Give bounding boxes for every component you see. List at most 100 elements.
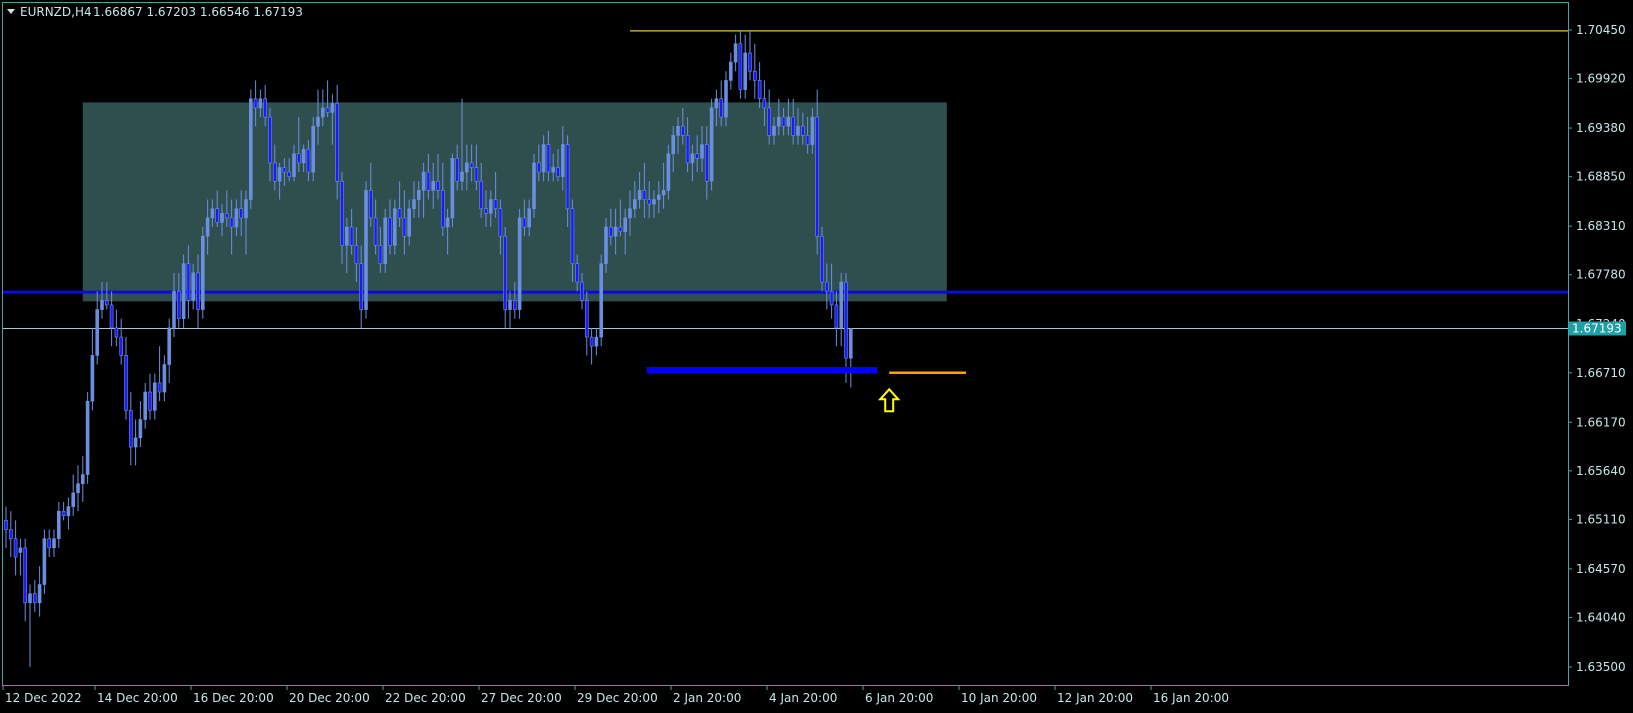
time-tick-label: 16 Jan 20:00 (1153, 691, 1229, 705)
candle-body (757, 80, 762, 100)
candle-body (575, 263, 580, 283)
candle-body (752, 70, 757, 81)
candle-body (205, 217, 210, 237)
price-chart[interactable]: 1.70450 1.69920 1.69380 1.68850 1.68310 1.677… (0, 0, 1633, 709)
candle-body (517, 217, 522, 310)
time-tick-label: 4 Jan 20:00 (769, 691, 837, 705)
candle-body (71, 492, 75, 507)
candle-body (704, 144, 709, 182)
candle-body (512, 300, 517, 310)
time-tick-label: 27 Dec 20:00 (481, 691, 562, 705)
candle-body (416, 190, 421, 200)
candle (532, 153, 536, 218)
price-tick-label: 1.66170 (1576, 415, 1626, 429)
candle-body (498, 208, 503, 237)
candle-body (181, 263, 186, 320)
candle-body (584, 300, 589, 338)
candle-body (210, 208, 215, 219)
candle-body (407, 208, 412, 237)
candle-body (776, 116, 781, 127)
candle-body (402, 217, 407, 237)
candle-body (474, 167, 479, 182)
candle-body (724, 80, 728, 118)
candle-body (76, 483, 80, 494)
candle-body (225, 213, 229, 219)
candle-body (637, 190, 642, 200)
candle-body (469, 162, 474, 168)
candle-body (153, 382, 157, 411)
candle-body (791, 116, 796, 136)
candle-body (320, 107, 325, 118)
candle-body (796, 125, 800, 136)
candle-body (834, 304, 839, 329)
candle-body (488, 199, 493, 214)
candle-body (177, 290, 181, 320)
candle-body (546, 144, 551, 173)
candle-body (522, 217, 527, 228)
candle-body (786, 116, 791, 127)
price-tick-label: 1.69920 (1576, 72, 1626, 86)
candle-body (541, 144, 546, 173)
candle-body (340, 180, 344, 246)
candle-body (162, 364, 167, 393)
candle-body (450, 158, 455, 219)
candle-body (599, 263, 604, 338)
candle-body (484, 208, 488, 214)
candle-body (90, 355, 95, 402)
price-tick-label: 1.70450 (1576, 23, 1626, 37)
time-tick-label: 12 Jan 20:00 (1057, 691, 1133, 705)
candle-body (373, 217, 378, 246)
candle-body (844, 281, 848, 359)
price-tick-label: 1.65110 (1576, 512, 1626, 526)
time-tick-label: 29 Dec 20:00 (577, 691, 658, 705)
candle (364, 181, 368, 319)
price-tick-label: 1.69380 (1576, 121, 1626, 135)
candle-body (229, 217, 234, 228)
candle-body (460, 171, 464, 182)
candle-body (815, 116, 820, 237)
candle-body (652, 199, 656, 205)
candle-body (392, 208, 397, 246)
candle-body (503, 235, 508, 310)
candle-body (47, 538, 52, 549)
candle-body (18, 547, 23, 553)
candle-body (13, 538, 18, 558)
candle-body (253, 98, 258, 109)
candle-body (330, 103, 335, 113)
candle-body (191, 272, 195, 301)
candle-body (656, 194, 661, 200)
candle-body (186, 263, 191, 301)
candle-body (560, 144, 565, 177)
candle-body (157, 382, 162, 393)
candle-body (277, 167, 282, 182)
candle-body (66, 506, 71, 517)
candle-body (412, 199, 416, 210)
candle-body (287, 171, 292, 177)
price-tick-label: 1.68310 (1576, 219, 1626, 233)
candle-body (349, 226, 354, 246)
candle-body (464, 162, 469, 173)
candle (709, 98, 714, 191)
candle-body (623, 217, 628, 232)
candle-body (455, 158, 460, 182)
candle-body (344, 226, 349, 246)
chart-header: EURNZD,H4 1.66867 1.67203 1.66546 1.6719… (7, 5, 303, 19)
candle (311, 117, 316, 182)
candle-body (138, 419, 143, 439)
candle-body (143, 391, 147, 420)
candle-body (105, 300, 109, 306)
candle-body (306, 148, 311, 173)
candle-body (268, 116, 272, 164)
candle-body (378, 245, 383, 265)
candle-body (85, 400, 90, 475)
candle-body (42, 538, 47, 585)
candle-body (133, 437, 138, 448)
candle-body (493, 199, 498, 210)
candle-body (95, 309, 99, 356)
candle-body (167, 327, 171, 365)
candle-body (743, 52, 748, 90)
candle-body (671, 135, 676, 155)
candle-body (148, 391, 152, 411)
candle (201, 227, 205, 319)
chart-window: 1.70450 1.69920 1.69380 1.68850 1.68310 1.677… (0, 0, 1633, 709)
